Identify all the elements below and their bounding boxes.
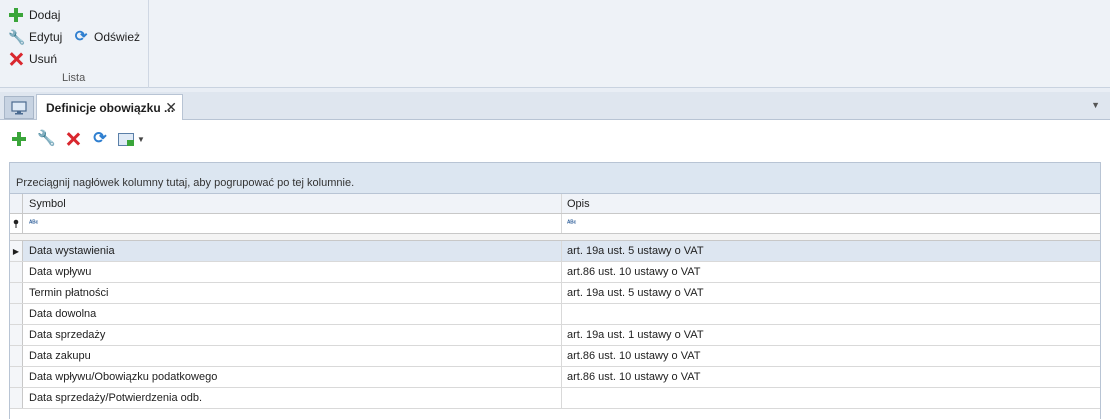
cell-symbol[interactable]: Data wystawienia (23, 241, 562, 261)
table-row[interactable]: Data dowolna (10, 304, 1100, 325)
grid-header-row: Symbol Opis (10, 194, 1100, 214)
ribbon-delete-label: Usuń (29, 52, 58, 66)
filter-symbol-input[interactable]: ᴬᴮᶜ (23, 214, 562, 233)
table-row[interactable]: Data sprzedaży art. 19a ust. 1 ustawy o … (10, 325, 1100, 346)
ribbon-delete-button[interactable]: Usuń (8, 50, 57, 68)
delete-icon[interactable] (64, 130, 82, 148)
add-icon[interactable] (10, 130, 28, 148)
close-icon (8, 51, 24, 67)
cell-opis[interactable]: art.86 ust. 10 ustawy o VAT (562, 367, 1100, 387)
table-row[interactable]: Termin płatności art. 19a ust. 5 ustawy … (10, 283, 1100, 304)
ribbon-refresh-button[interactable]: ⟳ Odśwież (73, 28, 140, 46)
tab-close-icon[interactable]: ✕ (165, 99, 177, 116)
table-row[interactable]: Data sprzedaży/Potwierdzenia odb. (10, 388, 1100, 409)
row-indicator-cell (10, 346, 23, 366)
cell-symbol[interactable]: Data wpływu (23, 262, 562, 282)
wrench-icon: 🔧 (8, 29, 26, 45)
cell-opis[interactable]: art. 19a ust. 5 ustawy o VAT (562, 283, 1100, 303)
ribbon-group-lista: Dodaj 🔧 Edytuj ⟳ Odśwież Usuń Lista (0, 0, 149, 88)
tab-list-dropdown-icon[interactable]: ▼ (1091, 100, 1100, 110)
chevron-down-icon: ▼ (137, 134, 145, 144)
column-header-symbol[interactable]: Symbol (23, 194, 562, 213)
cell-symbol[interactable]: Data sprzedaży/Potwierdzenia odb. (23, 388, 562, 408)
row-indicator-cell (10, 262, 23, 282)
ribbon-refresh-label: Odśwież (94, 30, 141, 44)
cell-symbol[interactable]: Data dowolna (23, 304, 562, 324)
table-row[interactable]: ▶ Data wystawienia art. 19a ust. 5 ustaw… (10, 241, 1100, 262)
cell-symbol[interactable]: Termin płatności (23, 283, 562, 303)
tab-strip: Definicje obowiązku ... ✕ ▼ (0, 92, 1110, 121)
ribbon-group-label: Lista (62, 72, 86, 84)
row-indicator-cell (10, 367, 23, 387)
cell-opis[interactable]: art. 19a ust. 1 ustawy o VAT (562, 325, 1100, 345)
monitor-icon (11, 100, 27, 114)
row-indicator-cell (10, 304, 23, 324)
ribbon-edit-button[interactable]: 🔧 Edytuj (8, 28, 62, 46)
row-indicator-cell (10, 325, 23, 345)
text-filter-icon: ᴬᴮᶜ (567, 220, 577, 227)
list-toolbar: 🔧 ⟳ ▼ (10, 128, 146, 150)
row-indicator-icon: ▶ (10, 241, 23, 261)
column-header-opis[interactable]: Opis (562, 194, 1100, 213)
row-indicator-cell (10, 388, 23, 408)
content-area: 🔧 ⟳ ▼ Przeciągnij nagłówek kolumny tutaj… (0, 120, 1110, 419)
export-dropdown-button[interactable]: ▼ (118, 132, 146, 146)
cell-opis[interactable]: art.86 ust. 10 ustawy o VAT (562, 346, 1100, 366)
cell-symbol[interactable]: Data sprzedaży (23, 325, 562, 345)
cell-opis[interactable]: art.86 ust. 10 ustawy o VAT (562, 262, 1100, 282)
group-by-panel[interactable]: Przeciągnij nagłówek kolumny tutaj, aby … (10, 163, 1100, 194)
desktop-tab[interactable] (4, 96, 34, 119)
data-grid: Przeciągnij nagłówek kolumny tutaj, aby … (9, 162, 1101, 419)
edit-wrench-icon[interactable]: 🔧 (37, 130, 56, 148)
row-indicator-cell (10, 283, 23, 303)
grid-spacer (10, 234, 1100, 241)
refresh-list-icon[interactable]: ⟳ (91, 130, 109, 148)
table-row[interactable]: Data zakupu art.86 ust. 10 ustawy o VAT (10, 346, 1100, 367)
header-indicator-cell (10, 194, 23, 213)
text-filter-icon: ᴬᴮᶜ (29, 220, 39, 227)
table-row[interactable]: Data wpływu art.86 ust. 10 ustawy o VAT (10, 262, 1100, 283)
cell-opis[interactable] (562, 304, 1100, 324)
plus-icon (8, 7, 24, 23)
filter-row: ᴬᴮᶜ ᴬᴮᶜ (10, 214, 1100, 234)
cell-opis[interactable]: art. 19a ust. 5 ustawy o VAT (562, 241, 1100, 261)
table-row[interactable]: Data wpływu/Obowiązku podatkowego art.86… (10, 367, 1100, 388)
tab-definicje-label: Definicje obowiązku ... (46, 101, 175, 115)
cell-symbol[interactable]: Data wpływu/Obowiązku podatkowego (23, 367, 562, 387)
refresh-icon: ⟳ (74, 28, 88, 45)
ribbon-add-button[interactable]: Dodaj (8, 6, 60, 24)
filter-pin-icon (10, 214, 23, 233)
export-icon (118, 132, 134, 146)
ribbon-edit-label: Edytuj (29, 30, 63, 44)
ribbon-add-label: Dodaj (29, 8, 61, 22)
ribbon: Dodaj 🔧 Edytuj ⟳ Odśwież Usuń Lista (0, 0, 1110, 88)
cell-opis[interactable] (562, 388, 1100, 408)
cell-symbol[interactable]: Data zakupu (23, 346, 562, 366)
tab-definicje[interactable]: Definicje obowiązku ... ✕ (36, 94, 183, 121)
filter-opis-input[interactable]: ᴬᴮᶜ (562, 214, 1100, 233)
